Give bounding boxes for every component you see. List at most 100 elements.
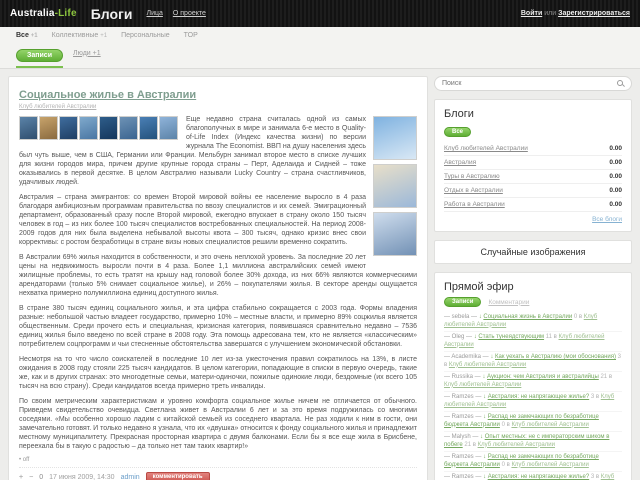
blogs-widget: Блоги Все Клуб любителей Австралии 0.00 … — [434, 99, 632, 232]
section-tabs: Все +1 Коллективные +1 Персональные ТОР — [16, 32, 624, 39]
blogs-filter-all-button[interactable]: Все — [444, 127, 472, 137]
people-filter-link[interactable]: Люди +1 — [73, 50, 101, 63]
tab-item[interactable]: ТОР — [184, 32, 198, 39]
top-header: Australia-Life Блоги Лица О проекте Войти… — [0, 0, 640, 27]
photo-thumbnail[interactable] — [373, 164, 417, 208]
live-row-blog-link[interactable]: Клуб любителей Австралии — [444, 382, 521, 388]
article-date: 17 июня 2009, 14:30 — [49, 473, 115, 480]
blog-rating: 0.00 — [609, 159, 622, 166]
live-feed-tabs: Записи Комментарии — [444, 297, 622, 307]
blog-rating: 0.00 — [609, 201, 622, 208]
live-row-title-link[interactable]: Как уехать в Австралию (мои обоснования) — [495, 354, 616, 360]
live-feed-row: — Ramzes — ↓ Австралия: не напрягающее ж… — [444, 472, 622, 480]
blog-link[interactable]: Туры в Австралию — [444, 173, 500, 180]
live-row-in: в — [506, 461, 510, 468]
live-row-user[interactable]: — sebela — — [444, 314, 477, 320]
blog-list-row: Отдых в Австралии 0.00 — [444, 184, 622, 198]
live-row-user[interactable]: — Malysh — — [444, 434, 478, 440]
live-row-comment-count: 11 — [545, 334, 552, 340]
all-blogs-link[interactable]: Все блоги — [592, 216, 622, 223]
live-row-blog-link[interactable]: Клуб любителей Австралии — [511, 462, 588, 468]
photo-thumbnail[interactable] — [59, 116, 78, 140]
live-row-title-link[interactable]: Стать тунеядствующим — [478, 334, 544, 340]
photo-thumbnail[interactable] — [373, 212, 417, 256]
live-feed-row: — Malysh — ↓ Опыт местных: не с императо… — [444, 432, 622, 452]
search-icon[interactable] — [617, 80, 624, 87]
live-row-user[interactable]: — Russika — — [444, 374, 481, 380]
header-nav: Лица О проекте — [146, 10, 205, 17]
live-row-blog-link[interactable]: Клуб любителей Австралии — [478, 442, 555, 448]
topic-arrow-icon: ↓ — [483, 454, 487, 460]
live-row-in: в — [595, 394, 600, 400]
page-title: Блоги — [90, 5, 133, 22]
tab-item[interactable]: Персональные — [121, 32, 170, 39]
live-row-user[interactable]: — Academika — — [444, 354, 489, 360]
photo-thumbnail[interactable] — [139, 116, 158, 140]
live-row-title-link[interactable]: Социальная жизнь в Австралии — [483, 314, 572, 320]
live-row-title-link[interactable]: Австралия: не напрягающее жилье? — [488, 474, 589, 480]
live-tab-posts[interactable]: Записи — [444, 297, 482, 307]
search-box — [434, 76, 632, 91]
live-row-comment-count: 21 — [600, 374, 608, 380]
blog-link[interactable]: Австралия — [444, 159, 476, 166]
blog-list-row: Туры в Австралию 0.00 — [444, 170, 622, 184]
photo-thumbnail[interactable] — [79, 116, 98, 140]
live-row-user[interactable]: — Ramzes — — [444, 474, 481, 480]
live-row-user[interactable]: — Ramzes — — [444, 454, 481, 460]
tab-active[interactable]: Все +1 — [16, 32, 38, 39]
live-feed-widget: Прямой эфир Записи Комментарии — sebela … — [434, 272, 632, 480]
site-logo[interactable]: Australia-Life — [10, 8, 77, 19]
live-row-user[interactable]: — Oleg — — [444, 334, 472, 340]
blog-rating: 0.00 — [609, 145, 622, 152]
vote-down-icon[interactable]: − — [29, 474, 33, 480]
article-blog-link[interactable]: Клуб любителей Австралии — [19, 104, 417, 110]
live-row-blog-link[interactable]: Клуб любителей Австралии — [449, 362, 526, 368]
blog-link[interactable]: Клуб любителей Австралии — [444, 145, 528, 152]
live-feed-row: — Academika — ↓ Как уехать в Австралию (… — [444, 352, 622, 372]
live-row-comment-count: 0 — [501, 461, 505, 468]
live-feed-row: — sebela — ↓ Социальная жизнь в Австрали… — [444, 312, 622, 332]
author-link[interactable]: admin — [121, 474, 140, 480]
article-title-link[interactable]: Социальное жилье в Австралии — [19, 89, 196, 101]
comments-button[interactable]: комментировать — [145, 472, 210, 480]
photo-thumbnail[interactable] — [19, 116, 38, 140]
live-row-comment-count: 3 — [590, 394, 595, 400]
live-row-blog-link[interactable]: Клуб любителей Австралии — [511, 422, 588, 428]
login-link[interactable]: Войти — [521, 10, 542, 17]
blogs-widget-footer: Все блоги — [444, 212, 622, 223]
blog-link[interactable]: Работа в Австралии — [444, 201, 505, 208]
live-feed-title: Прямой эфир — [444, 281, 514, 293]
blog-list-row: Работа в Австралии 0.00 — [444, 198, 622, 212]
tab-item[interactable]: Коллективные +1 — [52, 32, 107, 39]
article-paragraph: В стране 380 тысяч единиц социального жи… — [19, 305, 417, 348]
blogs-widget-title: Блоги — [444, 108, 474, 120]
live-row-user[interactable]: — Ramzes — — [444, 414, 481, 420]
active-filter-wrap: Записи — [16, 44, 64, 68]
photo-thumbnail[interactable] — [373, 116, 417, 160]
sidebar: Блоги Все Клуб любителей Австралии 0.00 … — [434, 76, 632, 480]
search-input[interactable] — [442, 80, 617, 87]
posts-filter-button[interactable]: Записи — [16, 49, 64, 62]
photo-thumbnail[interactable] — [119, 116, 138, 140]
register-link[interactable]: Зарегистрироваться — [558, 10, 630, 17]
live-row-user[interactable]: — Ramzes — — [444, 394, 481, 400]
live-row-in: в — [578, 314, 583, 320]
topic-arrow-icon: ↓ — [490, 354, 494, 360]
photo-thumbnail[interactable] — [39, 116, 58, 140]
live-tab-comments[interactable]: Комментарии — [488, 299, 529, 306]
live-row-in: в — [595, 474, 600, 480]
article-body: Еще недавно страна считалась одной из са… — [19, 115, 417, 451]
article-social-housing: Социальное жилье в Австралии Клуб любите… — [8, 76, 428, 480]
live-feed-row: — Ramzes — ↓ Австралия: не напрягающее ж… — [444, 392, 622, 412]
auth-area: Войти или Зарегистрироваться — [521, 10, 630, 17]
live-row-title-link[interactable]: Аукцион: чем Австралия и австралийцы — [487, 374, 599, 380]
blog-link[interactable]: Отдых в Австралии — [444, 187, 503, 194]
photo-thumbnail[interactable] — [159, 116, 178, 140]
photo-thumbnail[interactable] — [99, 116, 118, 140]
blogs-list: Клуб любителей Австралии 0.00 Австралия … — [444, 142, 622, 212]
header-nav-link[interactable]: О проекте — [173, 10, 206, 17]
header-nav-link[interactable]: Лица — [146, 10, 162, 17]
article-photo-strip — [19, 116, 179, 140]
vote-up-icon[interactable]: + — [19, 474, 23, 480]
live-row-title-link[interactable]: Австралия: не напрягающее жилье? — [488, 394, 589, 400]
